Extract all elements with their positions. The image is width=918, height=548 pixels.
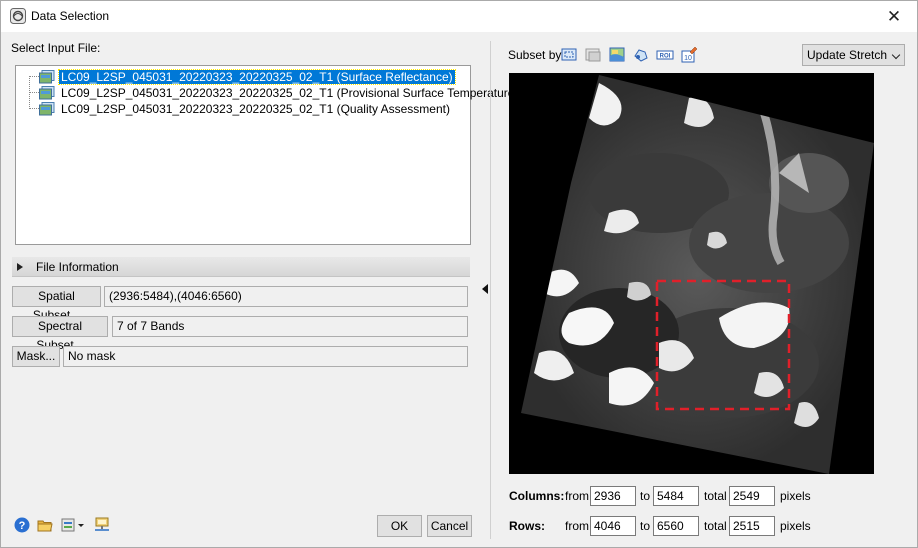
raster-file-icon — [39, 102, 55, 116]
columns-from-label: from — [565, 489, 589, 503]
ok-button[interactable]: OK — [377, 515, 422, 537]
spectral-subset-button[interactable]: Spectral Subset... — [12, 316, 108, 352]
svg-text:10: 10 — [684, 55, 692, 62]
svg-text:?: ? — [19, 520, 26, 532]
rows-total-field: 2515 — [729, 516, 775, 536]
file-subset-icon[interactable]: ROI — [656, 46, 674, 64]
map-subset-icon[interactable] — [608, 46, 626, 64]
tree-item-label: LC09_L2SP_045031_20220323_20220325_02_T1… — [58, 69, 456, 85]
subset-by-label: Subset by: — [508, 48, 565, 62]
spectral-subset-field: 7 of 7 Bands — [112, 316, 468, 337]
input-file-tree[interactable]: LC09_L2SP_045031_20220323_20220325_02_T1… — [15, 65, 518, 245]
rows-from-label: from — [565, 519, 589, 533]
file-information-label: File Information — [36, 260, 119, 274]
tree-item-surface-temperature[interactable]: LC09_L2SP_045031_20220323_20220325_02_T1… — [16, 85, 518, 101]
network-icon[interactable] — [94, 517, 110, 533]
vector-subset-icon — [585, 48, 601, 62]
columns-from-input[interactable]: 2936 — [590, 486, 636, 506]
mask-field: No mask — [63, 346, 468, 367]
raster-file-icon — [39, 70, 55, 84]
tree-item-label: LC09_L2SP_045031_20220323_20220325_02_T1… — [61, 86, 519, 100]
rows-to-label: to — [640, 519, 651, 533]
roi-subset-icon[interactable] — [632, 46, 650, 64]
columns-total-field: 2549 — [729, 486, 775, 506]
rows-total-label: total — [704, 519, 727, 533]
rows-label: Rows: — [509, 519, 545, 533]
spatial-subset-field: (2936:5484),(4046:6560) — [104, 286, 468, 307]
window-title: Data Selection — [31, 9, 110, 23]
satellite-scene — [521, 75, 874, 474]
collapse-arrow-icon[interactable] — [482, 284, 488, 294]
columns-total-label: total — [704, 489, 727, 503]
file-information-toggle[interactable]: File Information — [12, 257, 470, 277]
rows-to-input[interactable]: 6560 — [653, 516, 699, 536]
columns-to-label: to — [640, 489, 651, 503]
columns-to-input[interactable]: 5484 — [653, 486, 699, 506]
expand-arrow-icon — [17, 263, 23, 271]
raster-file-icon — [39, 86, 55, 100]
data-selection-dialog: Data Selection ✕ Select Input File: LC09… — [0, 0, 918, 548]
close-icon[interactable]: ✕ — [871, 1, 917, 32]
title-bar: Data Selection ✕ — [1, 1, 917, 32]
rows-unit: pixels — [780, 519, 811, 533]
app-icon — [10, 8, 26, 24]
options-dropdown-icon[interactable] — [61, 517, 87, 533]
tree-item-surface-reflectance[interactable]: LC09_L2SP_045031_20220323_20220325_02_T1… — [16, 69, 470, 85]
chevron-down-icon — [891, 50, 901, 60]
cancel-button[interactable]: Cancel — [427, 515, 472, 537]
spatial-subset-button[interactable]: Spatial Subset... — [12, 286, 101, 322]
stretch-selected: Update Stretch — [807, 48, 888, 62]
image-preview[interactable] — [509, 73, 874, 474]
rows-from-input[interactable]: 4046 — [590, 516, 636, 536]
image-subset-icon[interactable] — [560, 46, 578, 64]
help-icon[interactable]: ? — [14, 517, 30, 533]
select-input-label: Select Input File: — [11, 41, 101, 55]
stretch-dropdown[interactable]: Update Stretch — [802, 44, 905, 66]
tree-item-quality-assessment[interactable]: LC09_L2SP_045031_20220323_20220325_02_T1… — [16, 101, 470, 117]
mask-button[interactable]: Mask... — [12, 346, 60, 367]
panel-splitter[interactable] — [481, 41, 493, 539]
svg-text:ROI: ROI — [660, 54, 671, 60]
tree-item-label: LC09_L2SP_045031_20220323_20220325_02_T1… — [61, 102, 450, 116]
edit-subset-icon[interactable]: 10 — [680, 46, 698, 64]
open-file-icon[interactable] — [37, 517, 53, 533]
columns-label: Columns: — [509, 489, 565, 503]
columns-unit: pixels — [780, 489, 811, 503]
